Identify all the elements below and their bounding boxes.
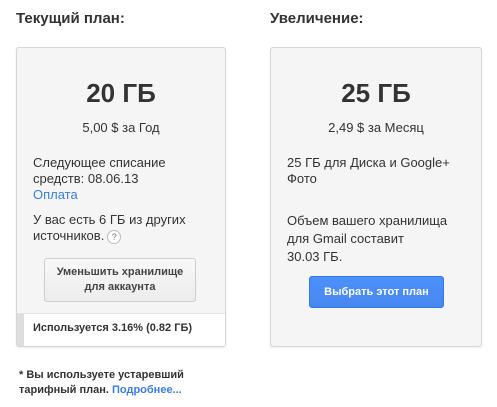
usage-bar-fill — [17, 314, 24, 346]
current-plan-heading: Текущий план: — [16, 10, 125, 27]
extra-storage-info: У вас есть 6 ГБ из других источников.? — [33, 212, 186, 244]
extra-line-1: У вас есть 6 ГБ из других — [33, 212, 186, 227]
footnote-line-1: * Вы используете устаревший — [19, 369, 184, 381]
storage-usage: Используется 3.16% (0.82 ГБ) — [17, 313, 225, 346]
current-plan-size: 20 ГБ — [86, 78, 156, 108]
gmail-line-3: 30.03 ГБ. — [287, 249, 343, 264]
upgrade-plan-card: 25 ГБ 2,49 $ за Месяц 25 ГБ для Диска и … — [270, 47, 482, 347]
select-plan-button[interactable]: Выбрать этот план — [309, 276, 444, 308]
current-plan-card: 20 ГБ 5,00 $ за Год Следующее списание с… — [16, 47, 226, 347]
downgrade-label-line-2: для аккаунта — [84, 281, 156, 293]
upgrade-plan-price: 2,49 $ за Месяц — [328, 120, 424, 135]
downgrade-storage-button[interactable]: Уменьшить хранилище для аккаунта — [44, 258, 196, 302]
current-plan-price: 5,00 $ за Год — [82, 120, 160, 135]
help-icon[interactable]: ? — [107, 229, 122, 244]
gmail-line-2: для Gmail составит — [287, 231, 404, 246]
billing-line-2: средств: 08.06.13 — [33, 171, 139, 186]
legacy-plan-footnote: * Вы используете устаревший тарифный пла… — [19, 368, 239, 398]
gmail-storage-info: Объем вашего хранилища для Gmail состави… — [287, 212, 447, 266]
upgrade-desc-line-2: Фото — [287, 171, 317, 186]
upgrade-desc-line-1: 25 ГБ для Диска и Google+ — [287, 155, 450, 170]
upgrade-description: 25 ГБ для Диска и Google+ Фото — [287, 155, 450, 187]
upgrade-plan-size: 25 ГБ — [341, 78, 411, 108]
usage-text: Используется 3.16% (0.82 ГБ) — [33, 322, 193, 334]
billing-info: Следующее списание средств: 08.06.13 Опл… — [33, 155, 166, 203]
upgrade-heading: Увеличение: — [270, 10, 364, 27]
gmail-line-1: Объем вашего хранилища — [287, 213, 448, 228]
billing-line-1: Следующее списание — [33, 155, 166, 170]
learn-more-link[interactable]: Подробнее... — [112, 384, 182, 396]
downgrade-label-line-1: Уменьшить хранилище — [56, 266, 184, 278]
footnote-line-2: тарифный план. — [19, 384, 109, 396]
payment-link[interactable]: Оплата — [33, 187, 166, 203]
extra-line-2: источников. — [33, 228, 105, 243]
